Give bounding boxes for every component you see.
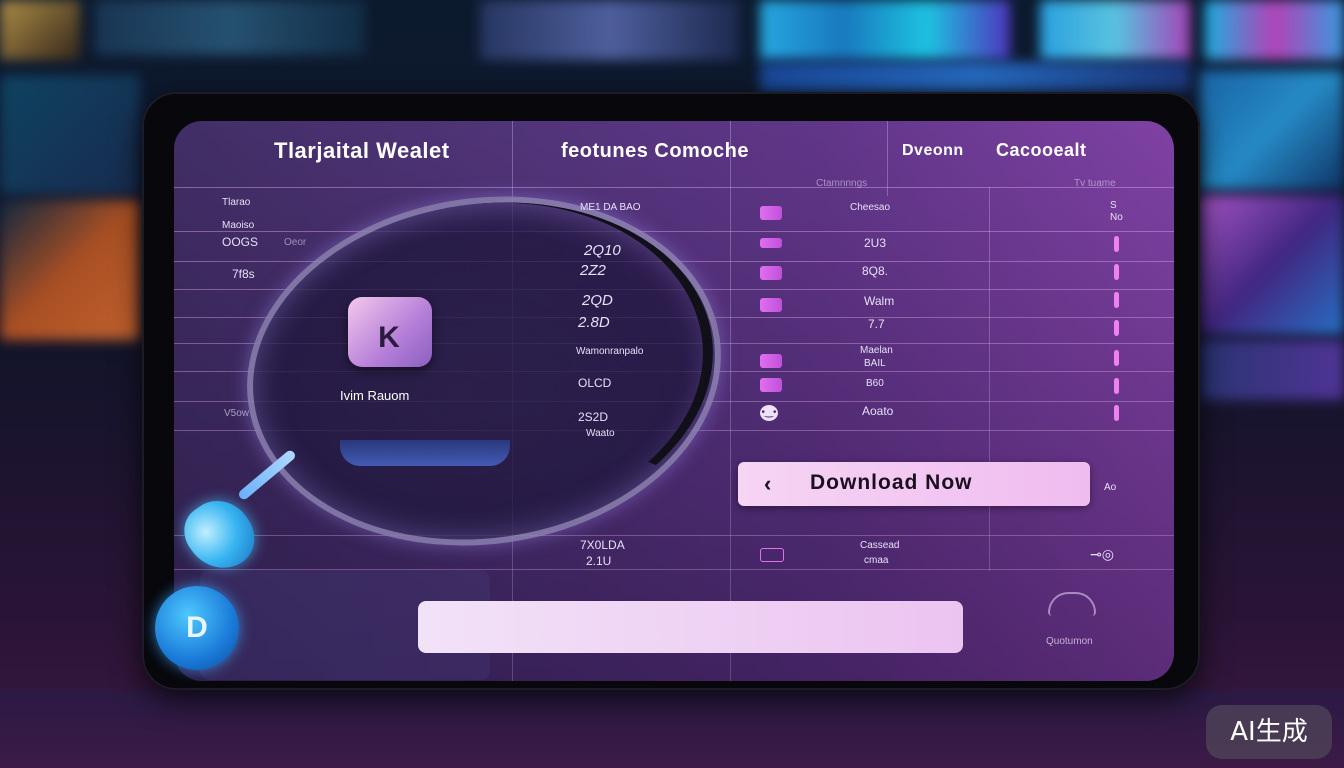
header-title-features: feotunes Comoche xyxy=(561,140,750,162)
compare-row-value: Cheesao xyxy=(850,202,891,213)
feature-icon xyxy=(760,548,784,562)
compare-row-value: Cassead xyxy=(860,540,900,551)
feature-row-label: Wamonranpalo xyxy=(576,346,644,357)
status-indicator xyxy=(1114,350,1119,366)
background-monitor xyxy=(480,0,740,60)
compare-row-value: 8Q8. xyxy=(862,264,889,278)
left-label: Maoiso xyxy=(222,220,255,231)
status-indicator xyxy=(1114,405,1119,421)
feature-row-label: ME1 DA BAO xyxy=(580,202,641,213)
background-monitor xyxy=(1040,0,1190,60)
header-subtitle: Ctamnnngs xyxy=(816,178,868,189)
column-divider xyxy=(989,187,990,571)
download-now-label: Download Now xyxy=(810,471,973,494)
background-monitor xyxy=(1205,0,1344,60)
left-label: V5ow xyxy=(224,408,250,419)
feature-icon: •‿• xyxy=(760,405,778,421)
bottom-input-bar[interactable] xyxy=(418,601,963,653)
left-label: Oeor xyxy=(284,237,307,248)
row-divider xyxy=(174,187,1174,188)
status-label: No xyxy=(1110,212,1123,223)
background-monitor xyxy=(760,0,1010,60)
feature-icon xyxy=(760,298,782,312)
feature-icon xyxy=(760,238,782,248)
compare-row-value: B60 xyxy=(866,378,884,389)
feature-icon xyxy=(760,266,782,280)
compare-row-value: cmaa xyxy=(864,555,889,566)
scene: Tlarjaital Wealet feotunes Comoche Dveon… xyxy=(0,0,1344,768)
feature-row-value: 2.1U xyxy=(586,554,612,568)
chevron-left-icon: ‹ xyxy=(764,471,772,496)
status-indicator xyxy=(1114,236,1119,252)
header-title-wallet: Tlarjaital Wealet xyxy=(274,138,450,163)
status-indicator xyxy=(1114,264,1119,280)
compare-row-value: Walm xyxy=(864,294,895,308)
background-monitor xyxy=(1200,70,1344,190)
left-label: OOGS xyxy=(222,235,259,249)
background-monitor xyxy=(1200,340,1344,400)
row-divider xyxy=(174,535,1174,536)
logo-glyph-icon: D xyxy=(186,611,208,644)
column-divider xyxy=(887,121,888,196)
cloud-label: Quotumon xyxy=(1046,636,1093,647)
ai-generated-badge: AI生成 xyxy=(1206,705,1332,759)
compare-row-value: 7.7 xyxy=(868,317,885,331)
header-title-version: Dveonn xyxy=(902,142,964,159)
status-label: Ao xyxy=(1104,482,1117,493)
magnifier-reflection xyxy=(340,440,510,466)
compare-row-value: Maelan xyxy=(860,345,893,356)
status-indicator xyxy=(1114,378,1119,394)
feature-row-value: 2S2D xyxy=(578,410,609,424)
left-label: Tlarao xyxy=(222,197,251,208)
feature-icon xyxy=(760,378,782,392)
background-monitor xyxy=(1200,195,1344,335)
app-name-label: Ivim Rauom xyxy=(340,388,410,403)
feature-row-value: 2Q10 xyxy=(584,242,621,259)
background-monitor xyxy=(0,75,140,195)
background-monitor xyxy=(0,200,140,340)
feature-row-value: OLCD xyxy=(578,376,612,390)
status-indicator xyxy=(1114,292,1119,308)
app-glyph-icon: K xyxy=(378,321,400,354)
compare-row-value: BAIL xyxy=(864,358,886,369)
background-monitor xyxy=(95,0,365,55)
feature-icon xyxy=(760,354,782,368)
background-monitor xyxy=(0,0,80,60)
status-label: S xyxy=(1110,200,1117,211)
desk-surface xyxy=(0,690,1344,768)
row-divider xyxy=(174,231,1174,232)
header-title-compare: Cacooealt xyxy=(996,140,1087,160)
feature-icon xyxy=(760,206,782,220)
feature-row-value: 2.8D xyxy=(578,314,610,331)
feature-row-value: 2Z2 xyxy=(580,262,606,279)
compare-row-value: Aoato xyxy=(862,404,894,418)
left-label: 7f8s xyxy=(232,267,255,281)
status-indicator xyxy=(1114,320,1119,336)
feature-row-value: 7X0LDA xyxy=(580,538,625,552)
compare-row-value: 2U3 xyxy=(864,236,887,250)
feature-row-value: 2QD xyxy=(582,292,613,309)
feature-row-label: Waato xyxy=(586,428,615,439)
toggle-icon[interactable]: ⊸◎ xyxy=(1090,546,1114,563)
background-monitor xyxy=(760,62,1190,92)
header-subtitle: Tv tuame xyxy=(1074,178,1116,189)
